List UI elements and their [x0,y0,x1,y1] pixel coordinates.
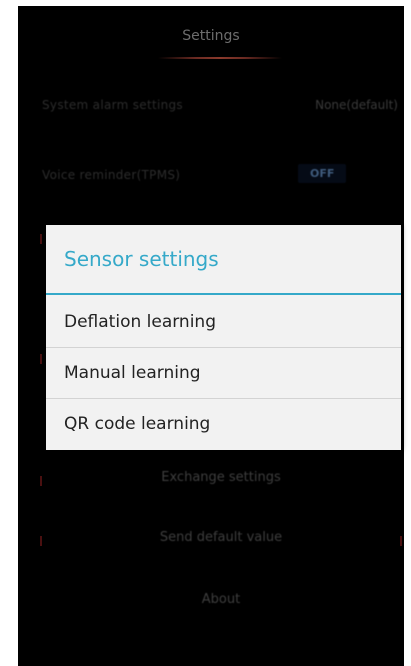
voice-reminder-toggle[interactable]: OFF [298,164,347,183]
voice-reminder-label: Voice reminder(TPMS) [42,168,181,182]
exchange-settings-item[interactable]: Exchange settings [44,460,398,496]
dialog-title-divider [46,293,401,295]
row-marker [400,536,402,546]
system-alarm-settings-value: None(default) [315,98,398,112]
system-alarm-settings-label: System alarm settings [42,98,183,112]
deflation-learning-option[interactable]: Deflation learning [46,297,401,347]
row-marker [40,354,42,364]
title-underline [158,57,282,59]
sensor-settings-dialog: Sensor settings Deflation learning Manua… [46,225,401,450]
qr-code-learning-option[interactable]: QR code learning [46,399,401,449]
about-item[interactable]: About [44,582,398,618]
row-marker [40,536,42,546]
system-alarm-settings-row[interactable]: System alarm settings None(default) [42,92,398,120]
dialog-title: Sensor settings [64,247,219,271]
send-default-value-item[interactable]: Send default value [44,520,398,556]
voice-reminder-row: Voice reminder(TPMS) OFF [42,162,398,190]
manual-learning-option[interactable]: Manual learning [46,348,401,398]
row-marker [40,234,42,244]
row-marker [40,476,42,486]
page-title: Settings [182,28,240,44]
